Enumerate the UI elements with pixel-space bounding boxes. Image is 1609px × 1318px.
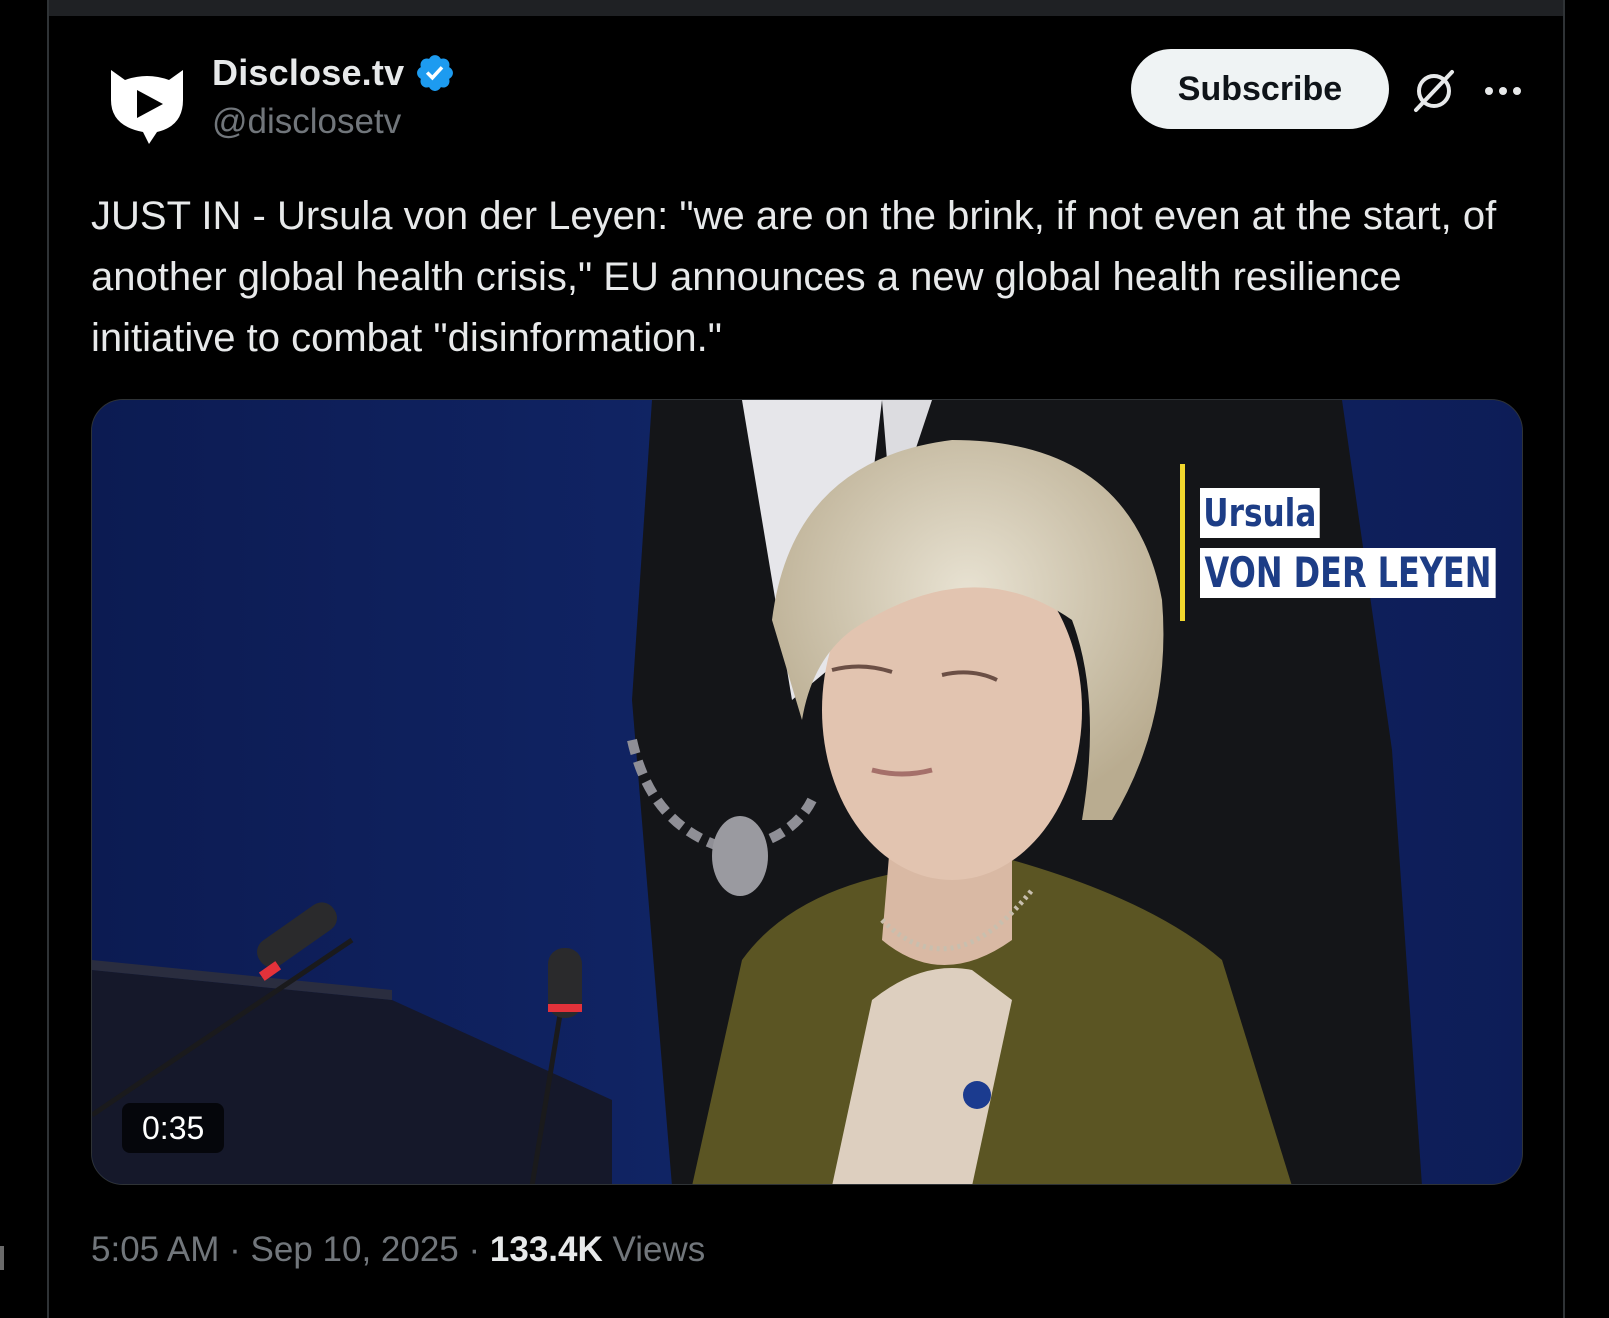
- caption-first-name: Ursula: [1200, 488, 1320, 538]
- post-container: Disclose.tv @disclosetv Subscribe JUST I…: [47, 0, 1565, 1318]
- views-count[interactable]: 133.4K: [490, 1230, 603, 1269]
- video-player[interactable]: Ursula VON DER LEYEN 0:35: [91, 399, 1523, 1185]
- meta-separator: ·: [458, 1230, 490, 1269]
- views-label: Views: [602, 1230, 706, 1269]
- top-divider: [49, 0, 1563, 16]
- video-duration-badge: 0:35: [122, 1103, 225, 1153]
- post-text: JUST IN - Ursula von der Leyen: "we are …: [91, 194, 1497, 360]
- author-handle[interactable]: @disclosetv: [212, 102, 401, 142]
- verified-badge-icon[interactable]: [414, 52, 456, 94]
- edge-marker: [0, 1246, 4, 1270]
- post-date[interactable]: Sep 10, 2025: [251, 1230, 459, 1269]
- disclose-logo-icon[interactable]: [103, 56, 191, 144]
- author-display-name[interactable]: Disclose.tv: [212, 52, 404, 94]
- post-meta: 5:05 AM · Sep 10, 2025 · 133.4K Views: [91, 1230, 705, 1270]
- subscribe-button[interactable]: Subscribe: [1131, 49, 1389, 129]
- meta-separator: ·: [219, 1230, 251, 1269]
- grok-icon[interactable]: [1411, 68, 1457, 114]
- caption-accent-bar: [1180, 464, 1185, 621]
- author-name-row[interactable]: Disclose.tv: [212, 52, 456, 94]
- post-time[interactable]: 5:05 AM: [91, 1230, 219, 1269]
- more-options-icon[interactable]: [1481, 74, 1525, 108]
- caption-last-name: VON DER LEYEN: [1200, 548, 1496, 598]
